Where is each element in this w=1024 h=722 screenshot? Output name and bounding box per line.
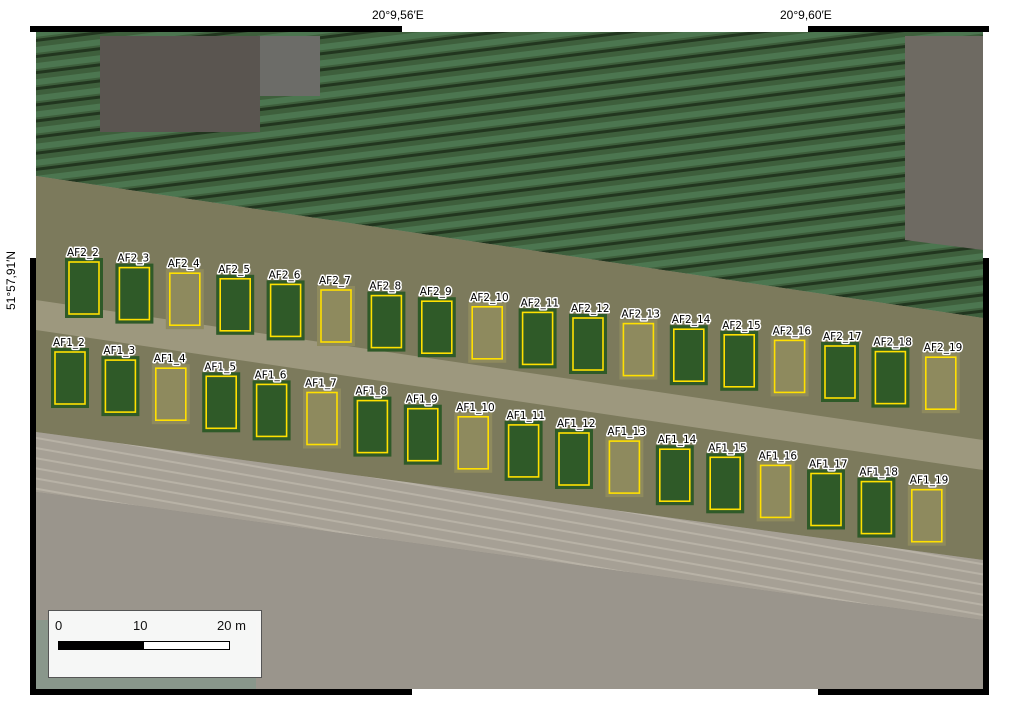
plot-vegetation — [720, 330, 759, 391]
plot-vegetation — [51, 348, 89, 408]
plot-label-af1-15: AF1_15 — [708, 442, 747, 454]
scale-bar-graphic — [58, 641, 230, 650]
plot-vegetation — [907, 485, 946, 546]
plot-label-af1-5: AF1_5 — [204, 361, 236, 373]
plot-vegetation — [403, 404, 442, 465]
plot-vegetation — [353, 396, 392, 457]
plot-vegetation — [821, 342, 859, 402]
longitude-label-2: 20°9,60′E — [780, 8, 832, 22]
plot-label-af2-2: AF2_2 — [67, 247, 99, 259]
plot-label-af2-17: AF2_17 — [823, 331, 862, 343]
plot-vegetation — [770, 336, 809, 397]
plot-label-af2-4: AF2_4 — [168, 258, 200, 270]
plot-vegetation — [151, 364, 190, 425]
plot-vegetation — [605, 437, 644, 498]
plot-label-af2-7: AF2_7 — [319, 275, 351, 287]
plot-label-af2-15: AF2_15 — [722, 320, 761, 332]
plot-label-af1-9: AF1_9 — [406, 394, 438, 406]
dark-field — [905, 36, 983, 250]
plot-vegetation — [115, 263, 154, 324]
plot-vegetation — [65, 258, 103, 318]
scale-label-0: 0 — [55, 618, 63, 633]
plot-label-af1-16: AF1_16 — [759, 450, 798, 462]
plot-vegetation — [669, 325, 708, 386]
plot-label-af1-11: AF1_11 — [507, 410, 546, 422]
plot-vegetation — [921, 353, 960, 414]
plot-label-af1-3: AF1_3 — [103, 345, 135, 357]
plot-vegetation — [706, 453, 745, 514]
plot-label-af1-2: AF1_2 — [53, 337, 85, 349]
plot-label-af1-7: AF1_7 — [305, 378, 337, 390]
plot-vegetation — [165, 269, 204, 330]
plot-vegetation — [101, 356, 140, 417]
plot-label-af2-3: AF2_3 — [117, 253, 149, 265]
aerial-imagery: AF2_2 AF2_3 AF2_4 AF2_5 AF2_6 AF2_7 AF2_8 AF2_9… — [36, 32, 983, 689]
plot-vegetation — [417, 297, 456, 358]
plot-vegetation — [367, 291, 406, 352]
scale-bar: 0 10 20 m — [48, 610, 262, 678]
plot-label-af1-19: AF1_19 — [910, 475, 949, 487]
plot-vegetation — [216, 274, 255, 335]
plot-label-af2-9: AF2_9 — [420, 286, 452, 298]
plot-vegetation — [252, 380, 291, 441]
plot-label-af2-19: AF2_19 — [924, 342, 963, 354]
plot-label-af1-8: AF1_8 — [355, 386, 387, 398]
plot-label-af2-13: AF2_13 — [621, 309, 660, 321]
plot-vegetation — [266, 280, 305, 341]
plot-vegetation — [303, 388, 341, 449]
plot-vegetation — [518, 308, 557, 369]
plot-vegetation — [202, 372, 241, 433]
plot-vegetation — [317, 286, 355, 346]
plot-label-af1-13: AF1_13 — [607, 426, 646, 438]
plot-vegetation — [619, 319, 658, 380]
plot-vegetation — [756, 461, 795, 522]
plot-vegetation — [857, 477, 896, 538]
plot-label-af1-6: AF1_6 — [255, 369, 287, 381]
plot-label-af1-17: AF1_17 — [809, 459, 848, 471]
plot-label-af2-10: AF2_10 — [470, 292, 509, 304]
plot-label-af2-8: AF2_8 — [369, 281, 401, 293]
plot-label-af2-5: AF2_5 — [218, 264, 250, 276]
scale-label-10: 10 — [133, 618, 148, 633]
plot-vegetation — [454, 412, 493, 473]
scale-label-20: 20 m — [217, 618, 246, 633]
plot-label-af1-12: AF1_12 — [557, 418, 596, 430]
plot-label-af1-18: AF1_18 — [859, 467, 898, 479]
plot-vegetation — [569, 314, 607, 374]
latitude-label: 51°57,91′N — [4, 250, 18, 310]
longitude-label-1: 20°9,56′E — [372, 8, 424, 22]
plot-label-af1-4: AF1_4 — [154, 353, 186, 365]
building-roof — [100, 36, 260, 132]
plot-vegetation — [807, 469, 845, 530]
plot-vegetation — [871, 347, 910, 408]
plot-label-af1-14: AF1_14 — [658, 434, 697, 446]
plot-vegetation — [468, 302, 507, 363]
plot-vegetation — [555, 429, 593, 489]
plot-vegetation — [504, 420, 543, 481]
plot-label-af2-11: AF2_11 — [521, 297, 560, 309]
plot-label-af1-10: AF1_10 — [456, 402, 495, 414]
plot-label-af2-6: AF2_6 — [269, 269, 301, 281]
plot-label-af2-14: AF2_14 — [672, 314, 711, 326]
plot-label-af2-18: AF2_18 — [873, 337, 912, 349]
plot-label-af2-12: AF2_12 — [571, 303, 610, 315]
plot-vegetation — [655, 445, 694, 506]
plot-label-af2-16: AF2_16 — [773, 325, 812, 337]
